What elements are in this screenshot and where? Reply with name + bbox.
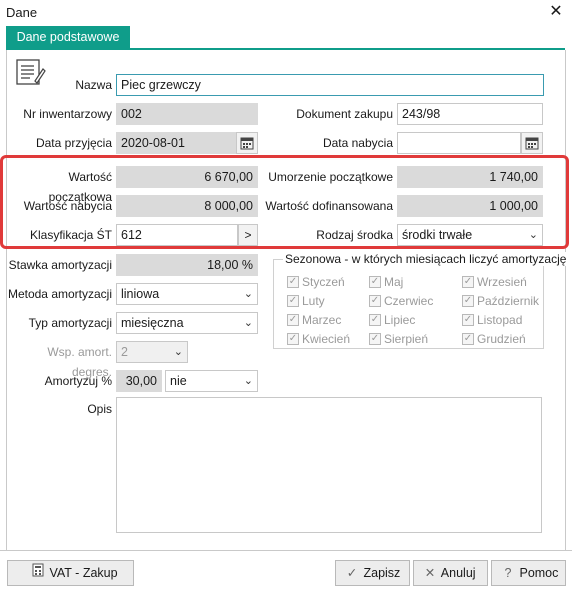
amortyzuj-label: Amortyzuj %	[44, 374, 112, 388]
amortyzuj-select-value: nie	[170, 374, 187, 388]
typ-amortyzacji-value: miesięczna	[121, 316, 184, 330]
highlight-box	[0, 155, 569, 249]
cancel-button[interactable]: ✕ Anuluj	[413, 560, 488, 586]
data-przyjecia-input[interactable]: 2020-08-01	[116, 132, 236, 154]
month-label: Marzec	[302, 313, 342, 327]
chevron-down-icon: ⌄	[243, 288, 253, 300]
divider	[0, 550, 572, 551]
month-checkbox[interactable]: ✓	[369, 333, 381, 345]
month-checkbox[interactable]: ✓	[369, 276, 381, 288]
month-checkbox[interactable]: ✓	[369, 295, 381, 307]
month-label: Sierpień	[384, 332, 429, 346]
calendar-icon[interactable]	[236, 132, 258, 154]
chevron-down-icon: ⌄	[243, 375, 253, 387]
nazwa-input[interactable]: Piec grzewczy	[116, 74, 544, 96]
month-label: Wrzesień	[477, 275, 527, 289]
month-label: Grudzień	[477, 332, 526, 346]
save-button[interactable]: ✓ Zapisz	[335, 560, 410, 586]
month-label: Październik	[477, 294, 540, 308]
month-checkbox[interactable]: ✓	[287, 276, 299, 288]
data-nabycia-input[interactable]	[397, 132, 521, 154]
stawka-amortyzacji-label: Stawka amortyzacji	[8, 258, 112, 272]
cancel-label: Anuluj	[440, 566, 476, 580]
help-label: Pomoc	[519, 566, 559, 580]
month-checkbox[interactable]: ✓	[287, 314, 299, 326]
month-checkbox[interactable]: ✓	[462, 333, 474, 345]
help-button[interactable]: ? Pomoc	[491, 560, 566, 586]
month-label: Maj	[384, 275, 404, 289]
chevron-down-icon: ⌄	[173, 346, 183, 358]
month-label: Kwiecień	[302, 332, 351, 346]
nazwa-label: Nazwa	[75, 78, 112, 92]
calculator-icon	[30, 561, 46, 585]
chevron-down-icon: ⌄	[243, 317, 253, 329]
data-nabycia-label: Data nabycia	[322, 136, 393, 150]
month-checkbox[interactable]: ✓	[462, 276, 474, 288]
tab-dane-podstawowe[interactable]: Dane podstawowe	[6, 26, 130, 48]
typ-amortyzacji-select[interactable]: miesięczna ⌄	[116, 312, 258, 334]
month-label: Styczeń	[302, 275, 345, 289]
window-title: Dane	[6, 5, 38, 20]
save-label: Zapisz	[363, 566, 401, 580]
close-icon[interactable]: ✕	[546, 2, 566, 22]
month-checkbox[interactable]: ✓	[462, 295, 474, 307]
vat-zakup-label: VAT - Zakup	[49, 566, 118, 580]
dokument-zakupu-label: Dokument zakupu	[296, 107, 393, 121]
dokument-zakupu-input[interactable]: 243/98	[397, 103, 543, 125]
month-checkbox[interactable]: ✓	[369, 314, 381, 326]
stawka-amortyzacji-input[interactable]: 18,00 %	[116, 254, 258, 276]
metoda-amortyzacji-label: Metoda amortyzacji	[7, 287, 112, 301]
metoda-amortyzacji-value: liniowa	[121, 287, 160, 301]
month-checkbox[interactable]: ✓	[462, 314, 474, 326]
amortyzuj-input[interactable]: 30,00	[116, 370, 162, 392]
nr-inwentarzowy-input[interactable]: 002	[116, 103, 258, 125]
wsp-amort-degres-label: Wsp. amort. degres.	[47, 345, 112, 379]
wsp-amort-degres-select[interactable]: 2 ⌄	[116, 341, 188, 363]
month-label: Czerwiec	[384, 294, 434, 308]
data-przyjecia-label: Data przyjęcia	[35, 136, 112, 150]
help-icon: ?	[504, 566, 512, 580]
close-icon: ✕	[424, 566, 436, 580]
wsp-amort-degres-value: 2	[121, 345, 128, 359]
month-checkbox[interactable]: ✓	[287, 333, 299, 345]
amortyzuj-select[interactable]: nie ⌄	[165, 370, 258, 392]
nr-inwentarzowy-label: Nr inwentarzowy	[23, 107, 112, 121]
month-label: Listopad	[477, 313, 523, 327]
title-bar	[0, 0, 572, 26]
opis-label: Opis	[87, 402, 112, 416]
month-checkbox[interactable]: ✓	[287, 295, 299, 307]
month-label: Luty	[302, 294, 325, 308]
metoda-amortyzacji-select[interactable]: liniowa ⌄	[116, 283, 258, 305]
vat-zakup-button[interactable]: VAT - Zakup	[7, 560, 134, 586]
opis-textarea[interactable]	[116, 397, 542, 533]
typ-amortyzacji-label: Typ amortyzacji	[28, 316, 112, 330]
month-label: Lipiec	[384, 313, 416, 327]
seasonal-group-title: Sezonowa - w których miesiącach liczyć a…	[283, 252, 569, 266]
calendar-icon[interactable]	[521, 132, 543, 154]
checkmark-icon: ✓	[346, 566, 358, 580]
